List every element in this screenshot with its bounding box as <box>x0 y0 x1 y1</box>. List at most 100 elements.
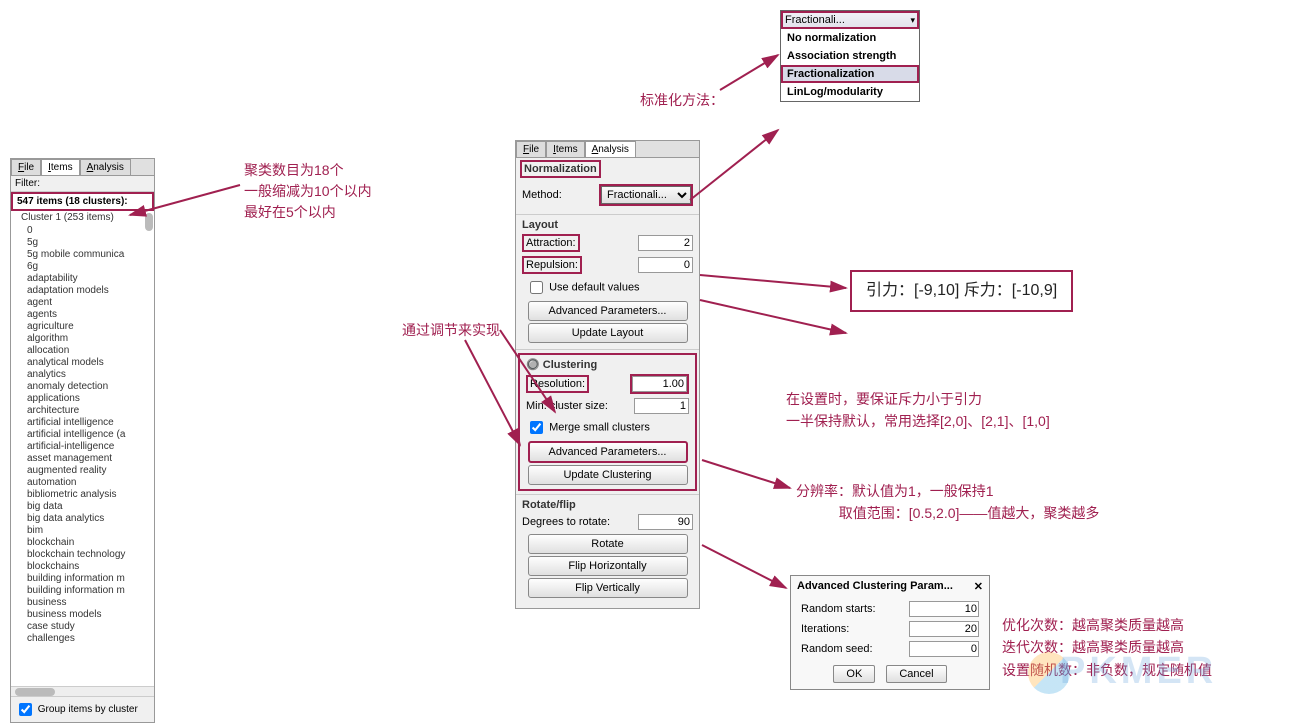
iterations-input[interactable] <box>909 621 979 637</box>
resolution-input[interactable] <box>632 376 687 392</box>
annot-adjust: 通过调节来实现 <box>402 320 500 340</box>
items-summary: 547 items (18 clusters): <box>11 192 154 211</box>
norm-opt-none[interactable]: No normalization <box>781 29 919 47</box>
tree-item[interactable]: bim <box>13 524 152 536</box>
tree-item[interactable]: artificial intelligence (a <box>13 428 152 440</box>
tree-item[interactable]: artificial-intelligence <box>13 440 152 452</box>
tree-item[interactable]: anomaly detection <box>13 380 152 392</box>
normalization-title: Normalization <box>520 160 601 178</box>
tree-item[interactable]: augmented reality <box>13 464 152 476</box>
random-seed-label: Random seed: <box>801 643 873 655</box>
tree-item[interactable]: blockchains <box>13 560 152 572</box>
tree-item[interactable]: asset management <box>13 452 152 464</box>
clustering-title: Clustering <box>543 359 597 371</box>
normalization-dropdown-display[interactable]: Fractionali... ▾ <box>781 11 919 29</box>
tree-item[interactable]: building information m <box>13 584 152 596</box>
tree-item[interactable]: agents <box>13 308 152 320</box>
adv-cancel-button[interactable]: Cancel <box>886 665 946 683</box>
tab-analysis[interactable]: Analysis <box>80 159 131 175</box>
tree-item[interactable]: bibliometric analysis <box>13 488 152 500</box>
tree-item[interactable]: artificial intelligence <box>13 416 152 428</box>
ctab-items[interactable]: Items <box>546 141 584 157</box>
tree-item[interactable]: algorithm <box>13 332 152 344</box>
tree-item[interactable]: 0 <box>13 224 152 236</box>
update-clustering-button[interactable]: Update Clustering <box>528 465 688 485</box>
merge-small-checkbox[interactable] <box>530 421 543 434</box>
tree-item[interactable]: architecture <box>13 404 152 416</box>
tree-scrollbar[interactable] <box>145 213 153 231</box>
flip-h-button[interactable]: Flip Horizontally <box>528 556 688 576</box>
tree-item[interactable]: big data analytics <box>13 512 152 524</box>
tree-item[interactable]: 5g <box>13 236 152 248</box>
layout-title: Layout <box>520 218 695 232</box>
annot-force-box: 引力：[-9,10] 斥力：[-10,9] <box>850 270 1073 312</box>
rotate-button[interactable]: Rotate <box>528 534 688 554</box>
cluster-1-header[interactable]: Cluster 1 (253 items) <box>13 211 152 224</box>
norm-opt-fractionalization[interactable]: Fractionalization <box>781 65 919 83</box>
tree-item[interactable]: adaptability <box>13 272 152 284</box>
norm-opt-linlog[interactable]: LinLog/modularity <box>781 83 919 101</box>
tree-item[interactable]: agent <box>13 296 152 308</box>
tree-item[interactable]: 5g mobile communica <box>13 248 152 260</box>
random-starts-input[interactable] <box>909 601 979 617</box>
clustering-adv-params-button[interactable]: Advanced Parameters... <box>528 441 688 463</box>
use-default-label: Use default values <box>549 281 640 293</box>
tree-item[interactable]: big data <box>13 500 152 512</box>
norm-opt-association[interactable]: Association strength <box>781 47 919 65</box>
ctab-file[interactable]: File <box>516 141 546 157</box>
tree-item[interactable]: building information m <box>13 572 152 584</box>
tree-item[interactable]: blockchain technology <box>13 548 152 560</box>
annot-resolution-notes: 分辨率：默认值为1，一般保持1 取值范围：[0.5,2.0]——值越大，聚类越多 <box>796 480 1099 525</box>
tree-item[interactable]: adaptation models <box>13 284 152 296</box>
tree-item[interactable]: analytical models <box>13 356 152 368</box>
update-layout-button[interactable]: Update Layout <box>528 323 688 343</box>
attraction-input[interactable] <box>638 235 693 251</box>
use-default-checkbox[interactable] <box>530 281 543 294</box>
items-tree[interactable]: Cluster 1 (253 items) 05g5g mobile commu… <box>11 211 154 686</box>
center-tabs: File Items Analysis <box>516 141 699 158</box>
watermark-text: PKMER <box>1060 650 1217 693</box>
normalization-section: Normalization Method: Fractionali... <box>520 160 695 208</box>
rotate-title: Rotate/flip <box>520 498 695 512</box>
tree-item[interactable]: case study <box>13 620 152 632</box>
ctab-analysis[interactable]: Analysis <box>585 141 636 157</box>
tree-item[interactable]: challenges <box>13 632 152 644</box>
flip-v-button[interactable]: Flip Vertically <box>528 578 688 598</box>
tree-item[interactable]: applications <box>13 392 152 404</box>
layout-section: Layout Attraction: Repulsion: Use defaul… <box>520 218 695 343</box>
tree-item[interactable]: agriculture <box>13 320 152 332</box>
clustering-section: 🔘 Clustering Resolution: Min. cluster si… <box>518 353 697 491</box>
min-cluster-label: Min. cluster size: <box>526 400 608 412</box>
close-icon[interactable]: ✕ <box>974 580 983 593</box>
random-starts-label: Random starts: <box>801 603 876 615</box>
repulsion-input[interactable] <box>638 257 693 273</box>
random-seed-input[interactable] <box>909 641 979 657</box>
annot-force-notes: 在设置时，要保证斥力小于引力 一半保持默认，常用选择[2,0]、[2,1]、[1… <box>786 388 1050 433</box>
group-by-cluster-label: Group items by cluster <box>38 704 138 715</box>
tree-item[interactable]: allocation <box>13 344 152 356</box>
tree-item[interactable]: blockchain <box>13 536 152 548</box>
method-label: Method: <box>522 189 599 201</box>
group-by-cluster-row: Group items by cluster <box>11 696 154 722</box>
items-panel: File Items Analysis Filter: 547 items (1… <box>10 158 155 723</box>
tab-file[interactable]: File <box>11 159 41 175</box>
tree-item[interactable]: automation <box>13 476 152 488</box>
repulsion-label: Repulsion: <box>522 256 582 274</box>
merge-small-label: Merge small clusters <box>549 421 650 433</box>
rotate-section: Rotate/flip Degrees to rotate: Rotate Fl… <box>520 498 695 598</box>
layout-adv-params-button[interactable]: Advanced Parameters... <box>528 301 688 321</box>
tab-items[interactable]: Items <box>41 159 79 175</box>
tree-item[interactable]: business <box>13 596 152 608</box>
annot-norm-method: 标准化方法： <box>640 90 724 110</box>
tree-item[interactable]: 6g <box>13 260 152 272</box>
group-by-cluster-checkbox[interactable] <box>19 703 32 716</box>
degrees-input[interactable] <box>638 514 693 530</box>
min-cluster-input[interactable] <box>634 398 689 414</box>
normalization-dropdown-popup: Fractionali... ▾ No normalization Associ… <box>780 10 920 102</box>
method-select[interactable]: Fractionali... <box>601 186 691 204</box>
advanced-clustering-dialog: Advanced Clustering Param... ✕ Random st… <box>790 575 990 690</box>
tree-hscroll[interactable] <box>11 686 154 696</box>
tree-item[interactable]: business models <box>13 608 152 620</box>
adv-ok-button[interactable]: OK <box>833 665 875 683</box>
tree-item[interactable]: analytics <box>13 368 152 380</box>
